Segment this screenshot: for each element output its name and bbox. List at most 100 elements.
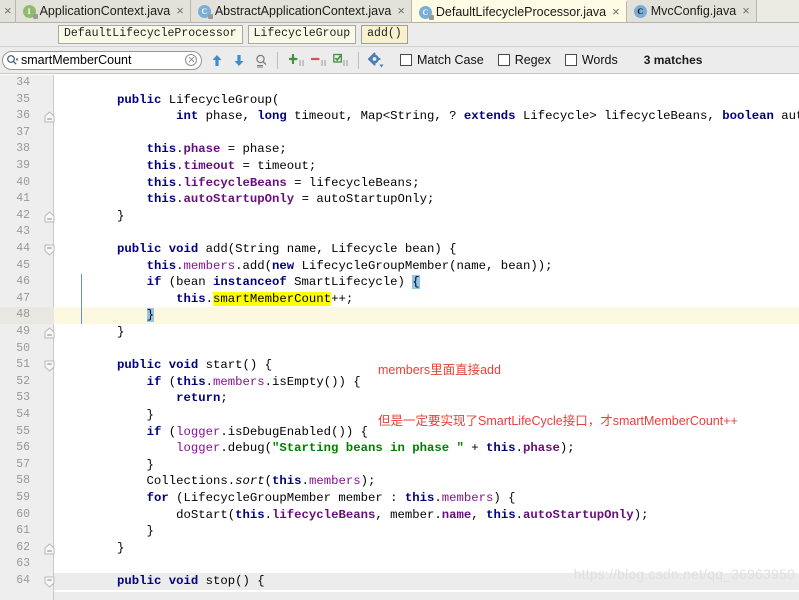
code-token: { (412, 275, 420, 290)
fold-start-icon[interactable] (44, 360, 55, 372)
code-line[interactable]: 36 int phase, long timeout, Map<String, … (0, 108, 799, 125)
match-count-label: 3 matches (643, 53, 703, 67)
code-token: = timeout; (235, 159, 317, 173)
exclude-occurrence-button[interactable] (310, 50, 330, 70)
close-icon[interactable]: × (2, 4, 12, 17)
code-line[interactable]: 46 if (bean instanceof SmartLifecycle) { (0, 274, 799, 291)
tab-default-lifecycle-processor[interactable]: C DefaultLifecycleProcessor.java × (411, 0, 627, 22)
code-line[interactable]: 45 this.members.add(new LifecycleGroupMe… (0, 258, 799, 275)
regex-checkbox[interactable] (497, 54, 510, 66)
code-line[interactable]: 60 doStart(this.lifecycleBeans, member.n… (0, 507, 799, 524)
code-line[interactable]: 59 for (LifecycleGroupMember member : th… (0, 490, 799, 507)
code-token: ( (264, 474, 273, 489)
line-number: 59 (16, 491, 30, 504)
code-text: public void add(String name, Lifecycle b… (58, 241, 456, 258)
line-number: 53 (16, 391, 30, 405)
code-text: this.timeout = timeout; (58, 158, 317, 175)
filter-settings-button[interactable] (365, 50, 385, 70)
code-text: if (logger.isDebugEnabled()) { (58, 424, 368, 441)
code-token: } (58, 208, 125, 223)
code-line[interactable]: 38 this.phase = phase; (0, 141, 799, 158)
code-line[interactable]: 47 this.smartMemberCount++; (0, 291, 799, 308)
tab-abstract-application-context[interactable]: C AbstractApplicationContext.java × (190, 0, 412, 22)
code-token: for (146, 491, 169, 505)
code-line[interactable]: 43 (0, 224, 799, 241)
select-all-occurrences-button[interactable] (288, 50, 308, 70)
interface-icon: I (22, 4, 38, 19)
clear-search-icon[interactable] (185, 54, 197, 66)
fold-start-icon[interactable] (44, 244, 55, 256)
code-line[interactable]: 40 this.lifecycleBeans = lifecycleBeans; (0, 175, 799, 192)
breadcrumb-item-class[interactable]: DefaultLifecycleProcessor (58, 25, 243, 44)
code-line[interactable]: 41 this.autoStartupOnly = autoStartupOnl… (0, 191, 799, 208)
code-text: } (58, 324, 124, 341)
code-text: public LifecycleGroup( (58, 92, 279, 109)
close-icon[interactable]: × (174, 4, 184, 17)
close-icon[interactable]: × (395, 4, 405, 17)
words-checkbox[interactable] (564, 54, 577, 66)
regex-option[interactable]: Regex (497, 53, 551, 67)
code-line[interactable]: 48 } (0, 307, 799, 324)
find-previous-button[interactable] (207, 50, 227, 70)
preview-occurrence-button[interactable] (332, 50, 352, 70)
words-option[interactable]: Words (564, 53, 618, 67)
code-line[interactable]: 42 } (0, 208, 799, 225)
code-line[interactable]: 37 (0, 125, 799, 142)
line-number: 54 (16, 408, 30, 421)
code-line[interactable]: 44 public void add(String name, Lifecycl… (0, 241, 799, 258)
code-token: .isDebugEnabled()) { (220, 424, 368, 439)
close-icon[interactable]: × (740, 4, 750, 17)
code-line[interactable]: 58 Collections.sort(this.members); (0, 473, 799, 490)
breadcrumb-item-method[interactable]: add() (361, 25, 408, 44)
code-token: public (117, 358, 162, 373)
code-token: long (257, 109, 287, 124)
code-token: . (205, 374, 214, 389)
search-field[interactable]: smartMemberCount (2, 50, 202, 70)
code-token: autoStartupOnly (522, 507, 634, 522)
tab-mvc-config[interactable]: C MvcConfig.java × (626, 0, 757, 22)
breadcrumb-item-inner-class[interactable]: LifecycleGroup (247, 25, 357, 44)
line-number: 61 (16, 524, 30, 538)
code-token: if (146, 275, 162, 290)
match-case-option[interactable]: Match Case (400, 53, 484, 67)
find-all-button[interactable] (251, 50, 271, 70)
code-line[interactable]: 63 (0, 556, 799, 573)
line-number: 40 (16, 175, 30, 189)
code-text: this.lifecycleBeans = lifecycleBeans; (58, 175, 420, 192)
search-input[interactable]: smartMemberCount (20, 53, 185, 67)
code-token: ; (220, 391, 228, 406)
code-token: phase, (198, 109, 258, 124)
line-number: 56 (16, 441, 30, 455)
fold-end-icon[interactable] (44, 327, 55, 339)
fold-end-icon[interactable] (44, 111, 55, 123)
code-line[interactable]: 61 } (0, 523, 799, 540)
code-token: } (58, 540, 125, 555)
tab-label: AbstractApplicationContext.java (214, 4, 392, 18)
code-line[interactable]: 39 this.timeout = timeout; (0, 158, 799, 175)
tab-overflow-left[interactable]: × (0, 0, 16, 22)
code-token: ( (161, 374, 177, 389)
close-icon[interactable]: × (610, 5, 620, 18)
search-icon[interactable] (6, 54, 19, 67)
code-editor[interactable]: 34 35 public LifecycleGroup(36 int phase,… (0, 75, 799, 600)
code-line[interactable]: 35 public LifecycleGroup( (0, 92, 799, 109)
tab-label: DefaultLifecycleProcessor.java (435, 5, 607, 19)
fold-end-icon[interactable] (44, 543, 55, 555)
match-case-checkbox[interactable] (400, 54, 412, 66)
code-line[interactable]: 64 public void stop() { (0, 573, 799, 590)
code-line[interactable]: 34 (0, 75, 799, 92)
fold-end-icon[interactable] (44, 211, 55, 223)
fold-start-icon[interactable] (44, 576, 55, 588)
tab-application-context[interactable]: I ApplicationContext.java × (15, 0, 191, 22)
ide-window: × I ApplicationContext.java × C Abstract… (0, 0, 799, 600)
find-next-button[interactable] (229, 50, 249, 70)
code-token: lifecycleBeans (183, 175, 287, 190)
code-line[interactable]: 62 } (0, 540, 799, 557)
line-number: 48 (16, 308, 30, 322)
